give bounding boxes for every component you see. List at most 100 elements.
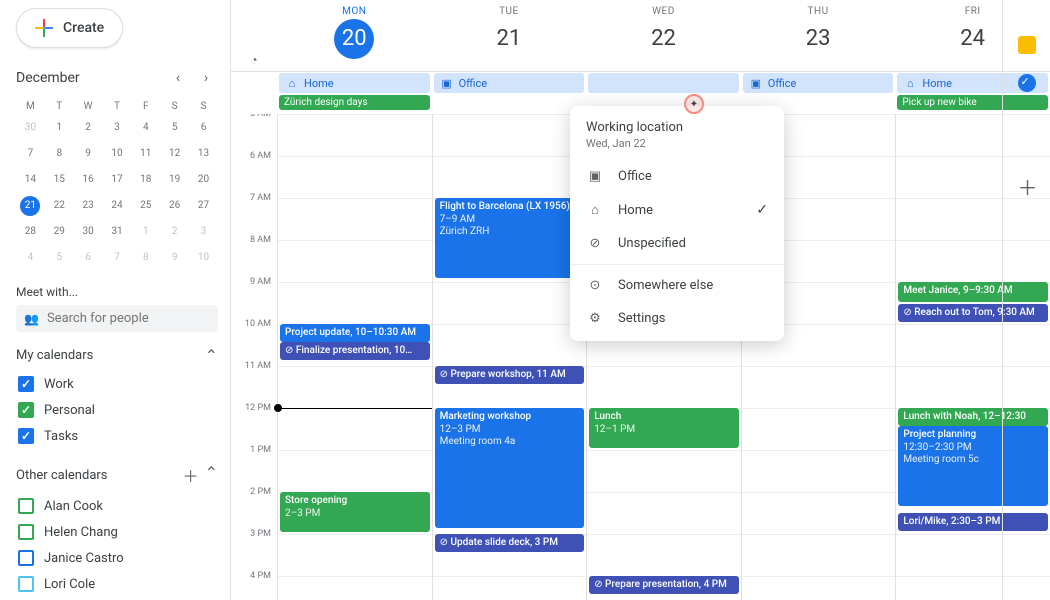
mini-day[interactable]: 7 <box>103 245 132 271</box>
add-addon-icon[interactable]: ＋ <box>1018 172 1036 201</box>
mini-day[interactable]: 4 <box>16 245 45 271</box>
people-search[interactable]: 👥 <box>16 305 218 332</box>
calendar-item[interactable]: Lori Cole <box>16 571 218 597</box>
popover-option[interactable]: ⊘Unspecified <box>570 227 784 260</box>
checkbox[interactable] <box>18 428 34 444</box>
mini-day[interactable]: 24 <box>103 193 132 219</box>
mini-day[interactable]: 31 <box>103 219 132 245</box>
checkbox[interactable] <box>18 376 34 392</box>
mini-day[interactable]: 4 <box>131 115 160 141</box>
add-calendar-icon[interactable]: ＋ <box>183 463 199 487</box>
mini-day[interactable]: 7 <box>16 141 45 167</box>
day-column[interactable]: Flight to Barcelona (LX 1956)7–9 AMZüric… <box>432 114 587 600</box>
calendar-item[interactable]: Janice Castro <box>16 545 218 571</box>
calendar-event[interactable]: Marketing workshop12–3 PMMeeting room 4a <box>435 408 585 528</box>
search-input[interactable] <box>47 311 213 326</box>
mini-calendar[interactable]: MTWTFSS 30123456789101112131415161718192… <box>16 98 218 271</box>
mini-day[interactable]: 14 <box>16 167 45 193</box>
calendar-event[interactable]: Project update, 10–10:30 AM <box>280 324 430 342</box>
next-month-button[interactable]: › <box>194 66 218 90</box>
checkbox[interactable] <box>18 498 34 514</box>
time-label: 2 PM <box>231 487 277 529</box>
prev-month-button[interactable]: ‹ <box>166 66 190 90</box>
mini-day[interactable]: 1 <box>45 115 74 141</box>
calendar-event[interactable]: Store opening2–3 PM <box>280 492 430 532</box>
mini-day[interactable]: 28 <box>16 219 45 245</box>
calendar-event[interactable]: ⊘ Finalize presentation, 10… <box>280 342 430 360</box>
create-button[interactable]: Create <box>16 8 123 48</box>
mini-day[interactable]: 13 <box>189 141 218 167</box>
mini-day[interactable]: 11 <box>131 141 160 167</box>
day-header[interactable]: Tue21 <box>432 0 587 71</box>
mini-day[interactable]: 20 <box>189 167 218 193</box>
mini-day[interactable]: 10 <box>103 141 132 167</box>
calendar-item[interactable]: Work <box>16 371 218 397</box>
checkbox[interactable] <box>18 402 34 418</box>
mini-day[interactable]: 6 <box>74 245 103 271</box>
calendar-event[interactable]: Flight to Barcelona (LX 1956)7–9 AMZüric… <box>435 198 585 278</box>
mini-day[interactable]: 29 <box>45 219 74 245</box>
day-header[interactable]: Mon20 <box>277 0 432 71</box>
mini-day[interactable]: 16 <box>74 167 103 193</box>
keep-icon[interactable] <box>1018 36 1036 54</box>
option-label: Office <box>618 169 652 184</box>
mini-day[interactable]: 22 <box>45 193 74 219</box>
other-calendars-header[interactable]: Other calendars ＋ ⌃ <box>16 463 218 487</box>
mini-day[interactable]: 8 <box>131 245 160 271</box>
my-calendars-header[interactable]: My calendars ⌃ <box>16 346 218 365</box>
calendar-event[interactable]: ⊘ Update slide deck, 3 PM <box>435 534 585 552</box>
calendar-label: Lori Cole <box>44 577 95 592</box>
calendar-item[interactable]: Tasks <box>16 423 218 449</box>
mini-day[interactable]: 5 <box>45 245 74 271</box>
calendar-event[interactable]: ⊘ Prepare workshop, 11 AM <box>435 366 585 384</box>
mini-day[interactable]: 9 <box>160 245 189 271</box>
mini-day[interactable]: 3 <box>189 219 218 245</box>
option-icon: ⚙ <box>586 311 604 326</box>
calendar-event[interactable]: Lunch12–1 PM <box>589 408 739 448</box>
mini-day[interactable]: 17 <box>103 167 132 193</box>
checkbox[interactable] <box>18 524 34 540</box>
mini-day[interactable]: 23 <box>74 193 103 219</box>
day-column[interactable]: Project update, 10–10:30 AM⊘ Finalize pr… <box>277 114 432 600</box>
mini-day[interactable]: 15 <box>45 167 74 193</box>
mini-day[interactable]: 26 <box>160 193 189 219</box>
mini-day[interactable]: 6 <box>189 115 218 141</box>
day-header[interactable]: Thu23 <box>741 0 896 71</box>
mini-day[interactable]: 3 <box>103 115 132 141</box>
mini-day[interactable]: 2 <box>74 115 103 141</box>
popover-option[interactable]: ⌂Home✓ <box>570 193 784 227</box>
allday-event[interactable]: Zürich design days <box>279 95 430 110</box>
location-chip[interactable]: ▣Office <box>434 73 585 93</box>
people-icon: 👥 <box>24 312 39 326</box>
popover-option[interactable]: ⚙Settings <box>570 302 784 335</box>
mini-day[interactable]: 9 <box>74 141 103 167</box>
location-chip[interactable]: ⌂Home <box>279 73 430 93</box>
location-chip[interactable] <box>588 73 739 93</box>
mini-day[interactable]: 5 <box>160 115 189 141</box>
checkbox[interactable] <box>18 550 34 566</box>
popover-option[interactable]: ▣Office <box>570 160 784 193</box>
checkbox[interactable] <box>18 576 34 592</box>
mini-day[interactable]: 12 <box>160 141 189 167</box>
day-header[interactable]: Wed22 <box>586 0 741 71</box>
mini-day[interactable]: 21 <box>16 193 45 219</box>
mini-day[interactable]: 1 <box>131 219 160 245</box>
mini-day[interactable]: 19 <box>160 167 189 193</box>
popover-option[interactable]: ⊙Somewhere else <box>570 269 784 302</box>
mini-day[interactable]: 2 <box>160 219 189 245</box>
mini-day[interactable]: 8 <box>45 141 74 167</box>
allday-cell[interactable]: Zürich design days <box>277 94 432 114</box>
tasks-icon[interactable] <box>1018 74 1036 92</box>
mini-day[interactable]: 10 <box>189 245 218 271</box>
mini-day[interactable]: 18 <box>131 167 160 193</box>
mini-day[interactable]: 25 <box>131 193 160 219</box>
location-chip[interactable]: ▣Office <box>743 73 894 93</box>
calendar-item[interactable]: Helen Chang <box>16 519 218 545</box>
mini-day[interactable]: 27 <box>189 193 218 219</box>
mini-day[interactable]: 30 <box>16 115 45 141</box>
calendar-item[interactable]: Personal <box>16 397 218 423</box>
mini-day[interactable]: 30 <box>74 219 103 245</box>
allday-cell[interactable] <box>432 94 587 114</box>
calendar-event[interactable]: ⊘ Prepare presentation, 4 PM <box>589 576 739 594</box>
calendar-item[interactable]: Alan Cook <box>16 493 218 519</box>
